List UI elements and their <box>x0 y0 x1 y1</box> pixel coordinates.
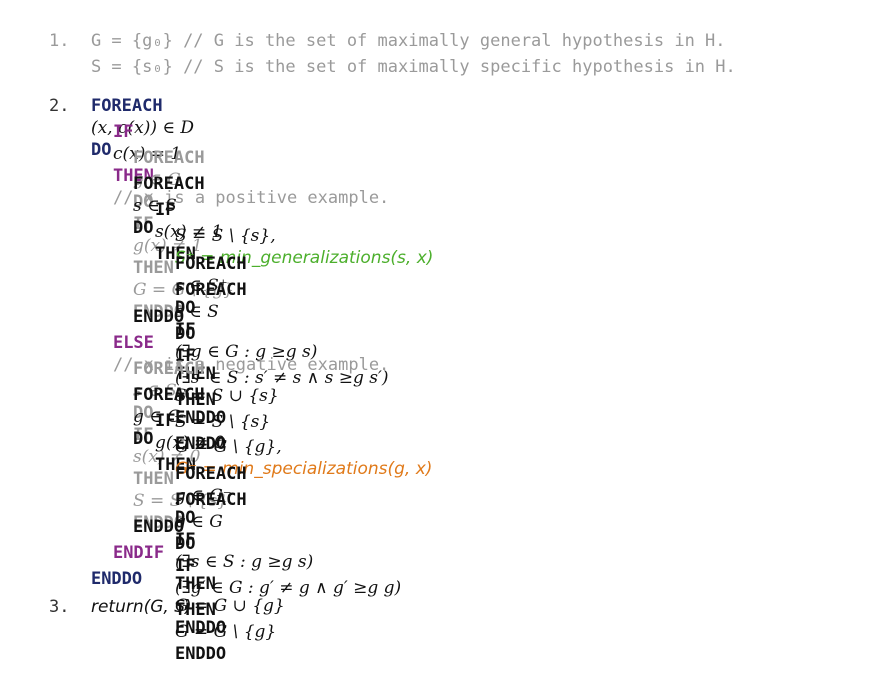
code-line-21-text: return(G, S) <box>50 574 192 640</box>
return-statement: return(G, S) <box>90 597 192 617</box>
keyword-enddo: ENDDO <box>174 644 227 664</box>
keyword-foreach: FOREACH <box>174 280 247 300</box>
math-expression: (∃g′ ∈ G : g′ ≠ g ∧ g′ ≥g g) <box>174 578 402 598</box>
keyword-foreach: FOREACH <box>174 490 247 510</box>
